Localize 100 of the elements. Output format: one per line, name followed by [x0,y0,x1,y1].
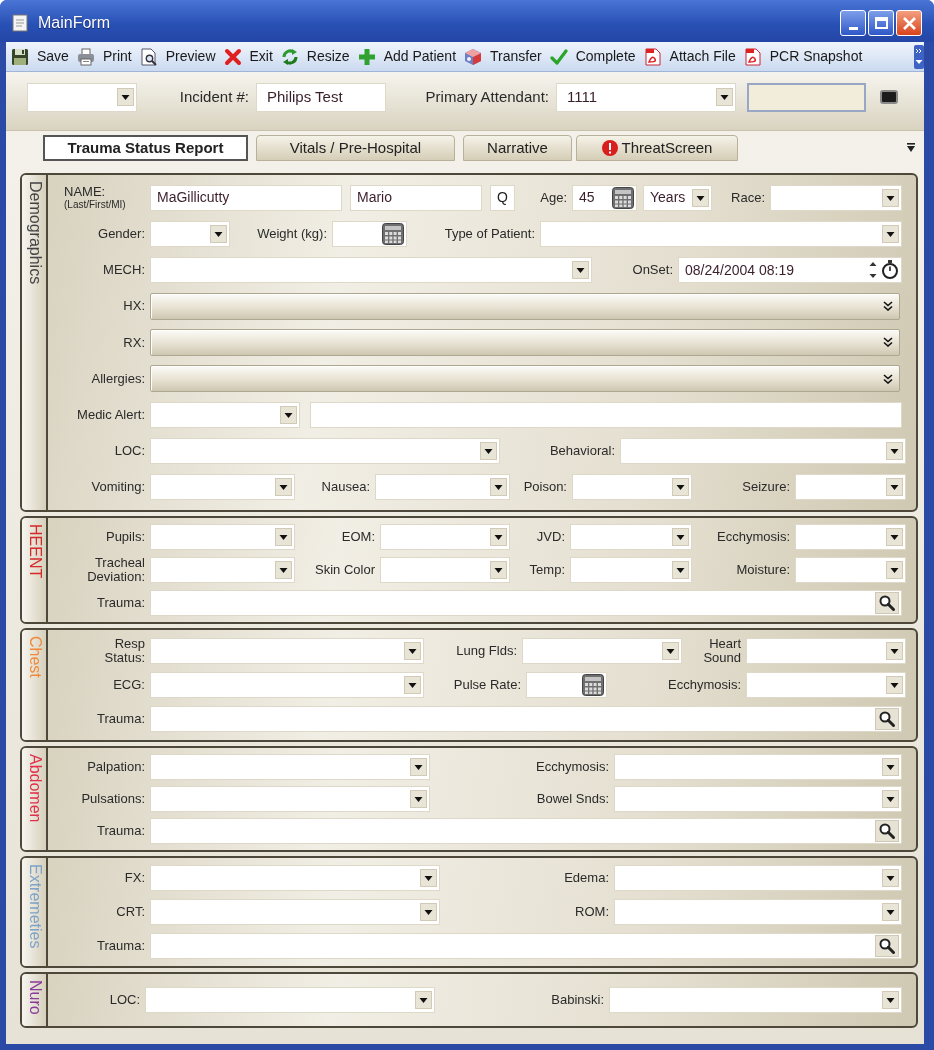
field-label: Babinski: [551,993,604,1007]
field-label: Ecchymosis: [717,530,790,544]
calculator-icon[interactable] [582,674,604,697]
search-field[interactable] [150,932,902,959]
dropdown-field[interactable] [150,899,440,925]
dropdown-field[interactable]: 1111 [556,82,736,112]
dropdown-field[interactable] [746,672,906,699]
toolbar-button[interactable]: Print [73,44,135,69]
dropdown-field[interactable] [150,865,440,892]
caret-icon[interactable] [906,143,916,153]
dropdown-field[interactable] [150,524,295,551]
dropdown-field[interactable] [150,672,424,699]
search-icon[interactable] [875,820,899,843]
dropdown-field[interactable] [150,401,300,428]
dropdown-field[interactable] [522,637,682,664]
toolbar-button[interactable]: Transfer [461,44,545,69]
dropdown-field[interactable] [614,753,902,780]
search-icon[interactable] [875,934,899,957]
dropdown-field[interactable] [150,637,424,664]
dropdown-field[interactable] [150,474,295,501]
checkmark-icon [549,47,568,66]
dropdown-field[interactable] [150,438,500,464]
field-label: Nausea: [321,480,370,494]
search-icon[interactable] [875,708,899,731]
expander-field[interactable] [150,365,900,393]
field-label: Ecchymosis: [536,759,609,774]
field-label: Trauma: [97,595,145,610]
field-label: EOM: [341,530,375,544]
dropdown-field[interactable] [540,220,902,247]
dropdown-field[interactable] [614,865,902,892]
dropdown-field[interactable] [150,753,430,780]
text-field[interactable] [310,401,902,428]
dropdown-field[interactable]: Years [643,184,712,211]
text-field[interactable]: MaGillicutty [150,184,342,211]
number-field[interactable]: 45 [572,184,637,211]
dropdown-field[interactable] [375,474,510,501]
tab[interactable]: ThreatScreen [576,135,738,161]
double-chevron-icon[interactable] [883,373,893,384]
double-chevron-icon[interactable] [883,337,893,348]
tab[interactable]: Vitals / Pre-Hospital [256,135,455,161]
search-icon[interactable] [875,591,899,614]
section-title: Nuro [22,974,48,1026]
dropdown-field[interactable] [795,557,906,583]
toolbar-button[interactable]: Save [8,44,72,69]
dropdown-field[interactable] [27,82,137,112]
search-field[interactable] [150,589,902,616]
toolbar-button[interactable]: Add Patient [354,44,460,69]
text-field[interactable]: Philips Test [256,82,386,112]
dropdown-field[interactable] [380,557,510,583]
close-button[interactable] [896,10,922,36]
expander-field[interactable] [150,292,900,320]
search-field[interactable] [150,706,902,733]
dropdown-field[interactable] [614,786,902,812]
toolbar-button[interactable]: Complete [546,44,639,69]
text-field[interactable]: Mario [350,184,482,211]
date-time-field[interactable]: 08/24/2004 08:19 [678,257,902,284]
dropdown-field[interactable] [380,524,510,551]
tab[interactable]: Trauma Status Report [43,135,248,161]
toolbar-button[interactable]: Preview [136,44,219,69]
calculator-icon[interactable] [612,186,634,209]
expander-field[interactable] [150,328,900,356]
maximize-button[interactable] [868,10,894,36]
field-label: Poison: [523,480,567,494]
dropdown-field[interactable] [572,474,692,501]
search-field[interactable] [150,818,902,845]
toolbar-button[interactable]: Exit [220,44,276,69]
stopwatch-icon[interactable] [881,260,899,281]
q-button[interactable]: Q [490,184,515,211]
calculator-icon[interactable] [382,222,404,245]
maximize-icon [874,17,888,29]
toolbar-button[interactable]: Attach File [640,44,739,69]
dropdown-field[interactable] [620,438,906,464]
dropdown-field[interactable] [150,257,592,284]
field-label: Allergies: [91,371,145,386]
field-label: Heart Sound [702,637,741,665]
dropdown-field[interactable] [795,474,906,501]
dropdown-field[interactable] [145,987,435,1013]
dropdown-field[interactable] [609,987,902,1013]
dropdown-field[interactable] [795,524,906,551]
cross-icon [223,47,242,66]
square-button[interactable] [880,90,898,104]
close-icon [902,16,916,30]
toolbar-button[interactable]: PCR Snapshot [740,44,866,69]
toolbar-overflow-icon[interactable] [914,44,924,69]
dropdown-field[interactable] [150,786,430,812]
field-label: Ecchymosis: [668,678,741,692]
dropdown-field[interactable] [150,557,295,583]
dropdown-field[interactable] [614,899,902,925]
dropdown-field[interactable] [150,220,230,247]
number-field[interactable] [332,220,407,247]
minimize-button[interactable] [840,10,866,36]
tab[interactable]: Narrative [463,135,572,161]
field-label: Pulsations: [81,792,145,806]
dropdown-field[interactable] [746,637,906,664]
dropdown-field[interactable] [770,184,902,211]
dropdown-field[interactable] [570,524,692,551]
double-chevron-icon[interactable] [883,301,893,312]
dropdown-field[interactable] [570,557,692,583]
number-field[interactable] [526,672,607,699]
toolbar-button[interactable]: Resize [277,44,353,69]
